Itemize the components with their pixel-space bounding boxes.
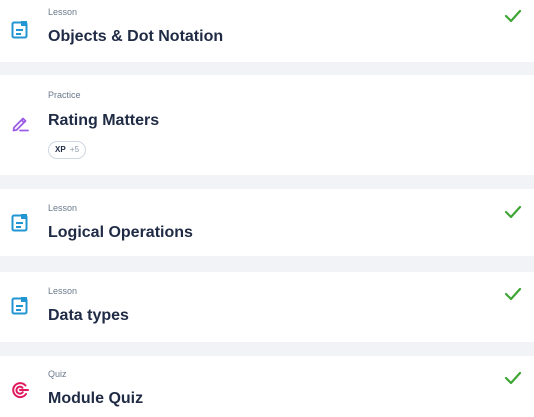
item-title: Module Quiz <box>48 390 144 407</box>
xp-badge: XP +5 <box>48 141 87 159</box>
item-title: Logical Operations <box>48 224 193 241</box>
list-item-data-types[interactable]: Lesson Data types <box>0 272 534 342</box>
course-item-list: Lesson Objects & Dot Notation Practice R… <box>0 0 534 417</box>
item-type-label: Lesson <box>48 203 78 213</box>
lesson-document-icon <box>10 296 30 316</box>
item-title: Objects & Dot Notation <box>48 28 224 45</box>
checkmark-icon <box>504 285 522 303</box>
quiz-target-icon <box>10 380 30 400</box>
item-type-label: Lesson <box>48 286 78 296</box>
list-item-rating-matters[interactable]: Practice Rating Matters XP +5 <box>0 75 534 175</box>
item-type-label: Quiz <box>48 369 67 379</box>
item-type-label: Lesson <box>48 7 78 17</box>
lesson-document-icon <box>10 213 30 233</box>
item-title: Data types <box>48 307 129 324</box>
list-item-logical-operations[interactable]: Lesson Logical Operations <box>0 189 534 256</box>
item-title: Rating Matters <box>48 112 160 129</box>
list-item-objects-dot-notation[interactable]: Lesson Objects & Dot Notation <box>0 0 534 62</box>
xp-label: XP <box>55 145 66 154</box>
checkmark-icon <box>504 369 522 387</box>
list-item-module-quiz[interactable]: Quiz Module Quiz <box>0 356 534 417</box>
practice-pencil-icon <box>10 113 30 133</box>
lesson-document-icon <box>10 20 30 40</box>
checkmark-icon <box>504 7 522 25</box>
checkmark-icon <box>504 203 522 221</box>
xp-value: +5 <box>69 145 80 154</box>
item-type-label: Practice <box>48 90 81 100</box>
